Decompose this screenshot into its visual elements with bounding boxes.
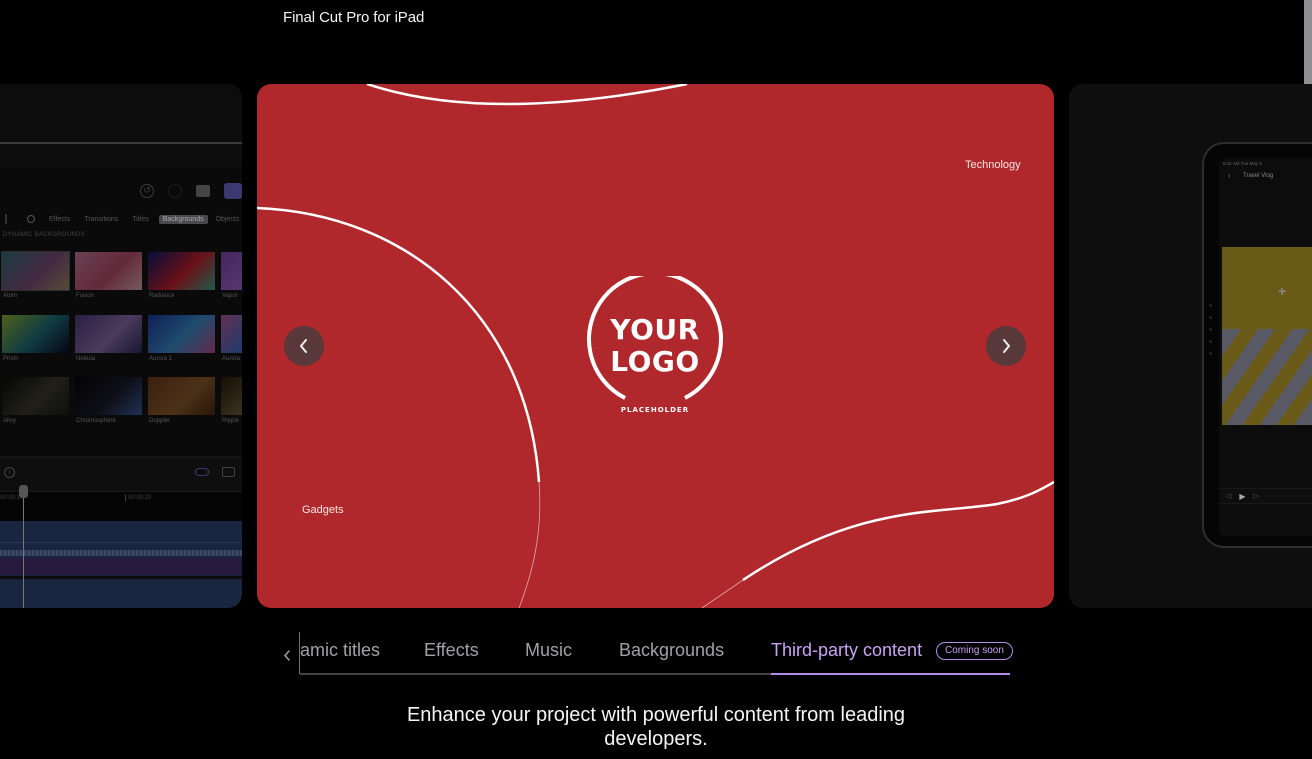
timecode: 00:00:20 (125, 495, 151, 501)
tab-description: Enhance your project with powerful conte… (406, 704, 906, 750)
tab-backgrounds[interactable]: Backgrounds (619, 640, 724, 661)
video-track (0, 579, 242, 608)
status-bar: 9:41 AM Tue May 9 (1223, 161, 1262, 166)
background-thumbnail (221, 252, 242, 290)
play-icon: ▶ (1239, 491, 1246, 501)
browser-tabs: Effects Transitions Titles Backgrounds O… (0, 212, 242, 226)
project-title: Travel Vlog (1243, 173, 1274, 179)
browser-tab: Objects (215, 215, 240, 223)
carousel-next-button[interactable] (986, 326, 1026, 366)
video-preview: + (1222, 247, 1312, 425)
background-thumbnail (75, 252, 142, 290)
background-thumbnail (148, 252, 215, 290)
skip-back-icon: ◁ (1226, 493, 1232, 500)
audio-waveform (0, 550, 242, 556)
logo-text: YOUR LOGO (585, 314, 725, 378)
ipad-sidebar-dots (1209, 304, 1213, 364)
browser-tab-active: Backgrounds (158, 214, 208, 224)
drag-handle-icon (5, 214, 7, 224)
slide-next[interactable]: 9:41 AM Tue May 9 ‹ Travel Vlog + ◁ ▶ ▷ (1069, 84, 1312, 608)
app-viewer-area (0, 84, 242, 144)
photo-icon (196, 185, 210, 197)
stripes-graphic (1222, 329, 1312, 425)
info-icon: i (4, 467, 15, 478)
thumbnail-label: Nebula (76, 356, 96, 362)
slide-current: PLACEHOLDER YOUR LOGO Technology Gadgets (257, 84, 1054, 608)
tag-gadgets: Gadgets (302, 504, 344, 516)
thumbnail-label: Aurora (222, 356, 241, 362)
background-thumbnail (2, 377, 69, 415)
playhead (23, 488, 24, 608)
timeline-toolbar: i (0, 456, 242, 492)
browser-toolbar: ↺ (140, 182, 242, 200)
thumbnail-label: Prism (3, 356, 19, 362)
logo-subtext: PLACEHOLDER (621, 406, 689, 414)
active-tab-indicator (771, 673, 1010, 675)
slide-previous[interactable]: ↺ Effects Transitions Titles Backgrounds… (0, 84, 242, 608)
ipad-device: 9:41 AM Tue May 9 ‹ Travel Vlog + ◁ ▶ ▷ (1202, 142, 1312, 548)
tab-third-party-content[interactable]: Third-party content (771, 640, 922, 661)
tab-music[interactable]: Music (525, 640, 572, 661)
thumbnail-label: Vapor (222, 293, 238, 299)
clip-icon (222, 467, 235, 477)
logo-line-1: YOUR (610, 313, 700, 346)
thumbnail-label: Doppler (149, 418, 171, 424)
track-divider (0, 542, 242, 543)
skip-forward-icon: ▷ (1253, 493, 1259, 500)
tab-effects[interactable]: Effects (424, 640, 479, 661)
tab-label: Dynamic titles (300, 640, 380, 660)
chevron-left-icon (300, 339, 307, 353)
content-tabs: Dynamic titles Effects Music Backgrounds… (0, 630, 1312, 676)
logo-placeholder: PLACEHOLDER YOUR LOGO (585, 271, 725, 416)
link-icon (195, 468, 209, 476)
redo-icon (168, 184, 182, 198)
browser-tab: Titles (132, 215, 149, 223)
carousel-prev-button[interactable] (284, 326, 324, 366)
section-label: DYNAMIC BACKGROUNDS (3, 232, 86, 238)
background-thumbnail (148, 377, 215, 415)
thumbnail-label: Atom (3, 293, 18, 299)
logo-line-2: LOGO (610, 345, 700, 378)
tag-technology: Technology (965, 159, 1021, 171)
thumbnail-label: Fusion (76, 293, 95, 299)
audio-track (0, 558, 242, 575)
background-thumbnail (148, 315, 215, 353)
tabs-scroll-prev-button[interactable] (280, 647, 294, 663)
background-thumbnail (221, 315, 242, 353)
timecode: 00:00:1 (0, 495, 21, 501)
search-icon (27, 215, 35, 223)
undo-icon: ↺ (140, 184, 154, 198)
browser-tab: Effects (49, 215, 71, 223)
content-library-icon (224, 183, 242, 199)
browser-tab: Transitions (84, 215, 119, 223)
chevron-left-icon (283, 650, 290, 661)
thumbnail-label: Alloy (3, 418, 17, 424)
background-thumbnail (75, 315, 142, 353)
back-chevron-icon: ‹ (1228, 171, 1231, 180)
ipad-screen: 9:41 AM Tue May 9 ‹ Travel Vlog + ◁ ▶ ▷ (1219, 158, 1312, 536)
thumbnail-label: Radiance (149, 293, 175, 299)
timeline-ruler: 00:00:1 00:00:20 (0, 492, 242, 522)
page-title: Final Cut Pro for iPad (283, 9, 425, 26)
background-thumbnail (75, 377, 142, 415)
coming-soon-badge: Coming soon (936, 642, 1013, 660)
playback-controls: ◁ ▶ ▷ (1219, 488, 1312, 504)
thumbnail-label: Chromosphere (76, 418, 116, 424)
chevron-right-icon (1003, 339, 1010, 353)
background-thumbnail (1, 251, 70, 291)
background-thumbnail (2, 315, 69, 353)
thumbnail-label: Aurora 1 (149, 356, 173, 362)
playhead-handle (19, 485, 28, 498)
background-thumbnail (221, 377, 242, 415)
sparkle-icon: + (1278, 283, 1287, 299)
tab-dynamic-titles[interactable]: Dynamic titles (300, 640, 380, 661)
thumbnail-label: Ripple (222, 418, 240, 424)
